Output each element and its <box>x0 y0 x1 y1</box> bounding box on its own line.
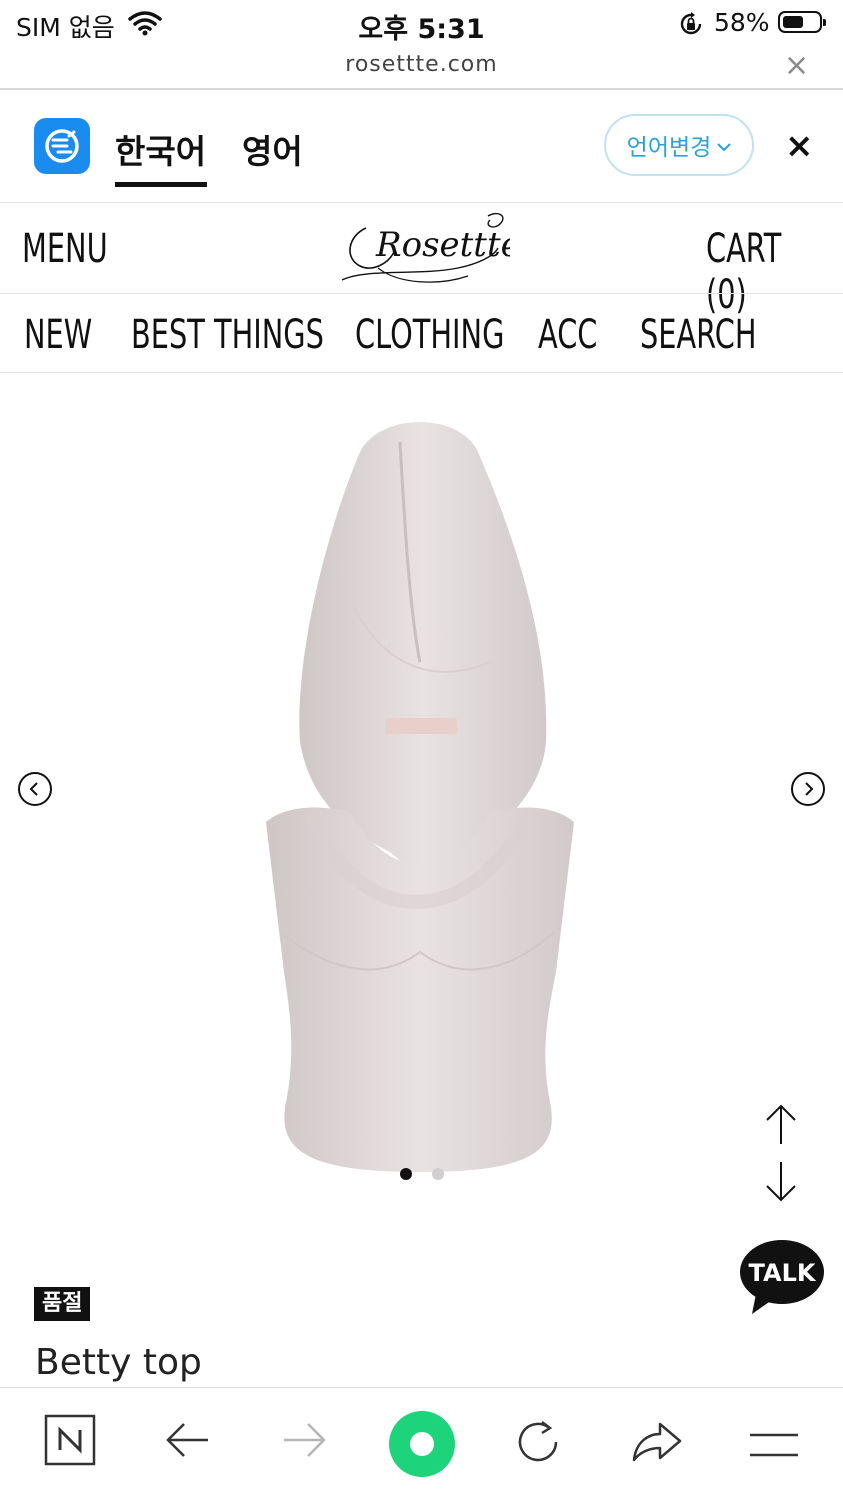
url-text[interactable]: rosettte.com <box>0 52 843 77</box>
slide-dot[interactable] <box>432 1168 444 1180</box>
next-slide-button[interactable] <box>791 772 825 806</box>
nav-item-best-things[interactable]: BEST THINGS <box>131 312 324 358</box>
translate-bar: 한국어 영어 언어변경 × <box>0 90 843 202</box>
arrow-left-icon <box>166 1423 208 1457</box>
active-tab-indicator <box>115 182 207 187</box>
rotation-lock-icon <box>678 11 704 41</box>
scroll-top-button[interactable] <box>763 1102 799 1150</box>
naver-n-icon <box>44 1414 96 1466</box>
menu-button[interactable]: MENU <box>22 226 108 272</box>
tab-english[interactable]: 영어 <box>242 125 303 173</box>
product-image[interactable] <box>250 412 590 1176</box>
naver-home-button[interactable] <box>44 1414 96 1470</box>
slide-dot-active[interactable] <box>400 1168 412 1180</box>
close-tab-button[interactable]: × <box>784 46 809 86</box>
chevron-down-icon <box>717 132 732 158</box>
category-nav: NEW BEST THINGS CLOTHING ACC SEARCH <box>0 294 843 372</box>
share-button[interactable] <box>630 1418 682 1468</box>
battery-percent: 58% <box>714 8 770 37</box>
prev-slide-button[interactable] <box>18 772 52 806</box>
status-bar: SIM 없음 오후 5:31 58% <box>0 0 843 48</box>
green-ring-icon <box>389 1411 455 1477</box>
product-name: Betty top <box>35 1342 202 1383</box>
back-button[interactable] <box>164 1420 210 1464</box>
rosettte-logo[interactable]: Rosettte <box>338 206 521 292</box>
talk-label: TALK <box>749 1259 817 1287</box>
nav-item-new[interactable]: NEW <box>24 312 92 358</box>
translate-app-icon <box>34 118 90 174</box>
nav-item-acc[interactable]: ACC <box>538 312 597 358</box>
browser-toolbar <box>0 1387 843 1501</box>
logo-text: Rosettte <box>375 225 510 265</box>
sold-out-badge: 품절 <box>34 1287 91 1321</box>
battery-icon <box>778 11 826 33</box>
change-language-button[interactable]: 언어변경 <box>604 114 754 176</box>
chevron-right-icon <box>805 782 814 796</box>
divider <box>0 372 843 373</box>
share-icon <box>632 1422 682 1462</box>
reload-button[interactable] <box>514 1418 562 1470</box>
scroll-bottom-button[interactable] <box>763 1160 799 1208</box>
arrow-right-icon <box>284 1423 326 1457</box>
chevron-left-icon <box>29 782 38 796</box>
hamburger-icon <box>750 1433 798 1457</box>
arrow-down-icon <box>766 1162 796 1202</box>
green-dot-button[interactable] <box>388 1410 456 1482</box>
forward-button[interactable] <box>282 1420 328 1464</box>
divider <box>0 202 843 203</box>
change-language-label: 언어변경 <box>626 135 712 161</box>
address-bar[interactable]: rosettte.com × <box>0 48 843 88</box>
nav-item-clothing[interactable]: CLOTHING <box>355 312 504 358</box>
kakao-talk-button[interactable]: TALK <box>738 1238 826 1320</box>
tab-korean[interactable]: 한국어 <box>115 125 206 173</box>
close-translate-button[interactable]: × <box>785 124 814 168</box>
menu-hamburger-button[interactable] <box>748 1432 800 1462</box>
reload-icon <box>518 1421 558 1462</box>
arrow-up-icon <box>766 1104 796 1144</box>
nav-item-search[interactable]: SEARCH <box>640 312 757 358</box>
